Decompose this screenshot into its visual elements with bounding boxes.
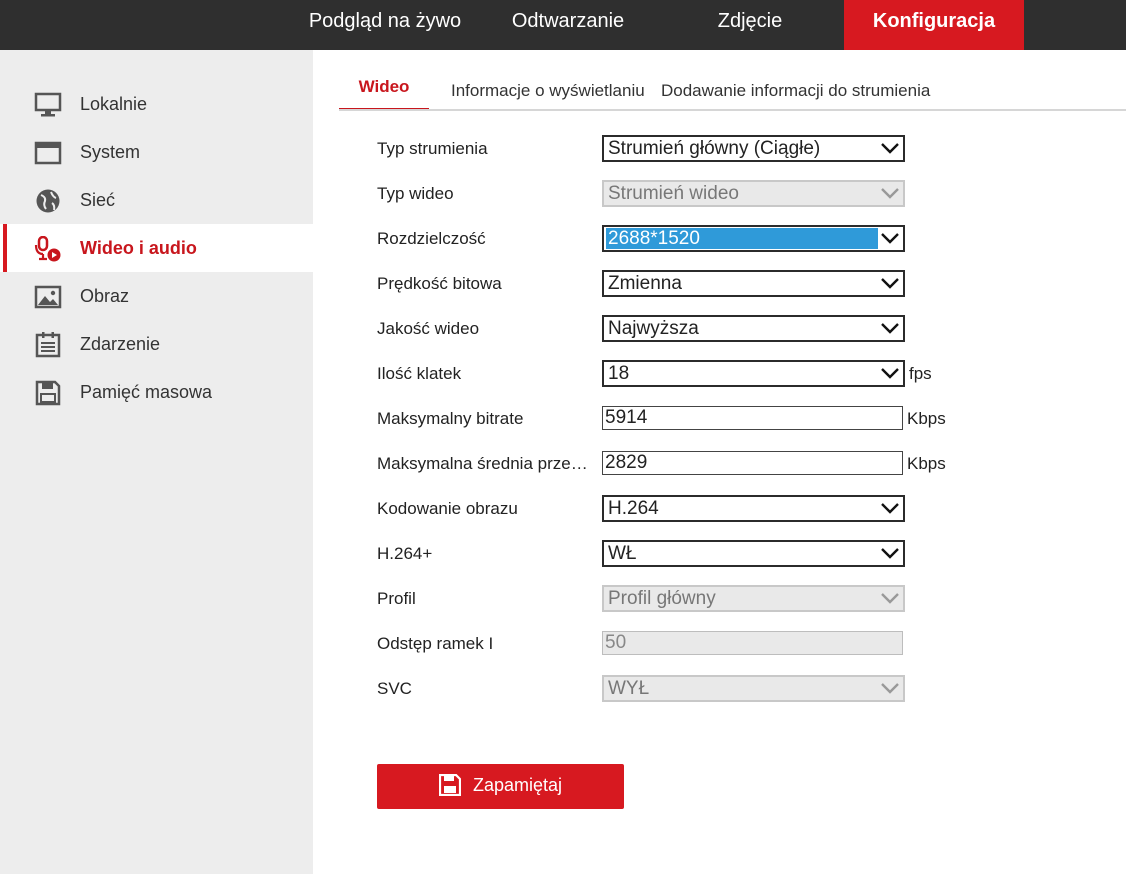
save-button[interactable]: Zapamiętaj — [377, 764, 624, 809]
sidebar-item-event[interactable]: Zdarzenie — [0, 320, 313, 368]
sidebar-item-system[interactable]: System — [0, 128, 313, 176]
chevron-down-icon — [881, 368, 899, 379]
i-frame-input: 50 — [602, 631, 903, 655]
nav-live-view[interactable]: Podgląd na żywo — [290, 0, 480, 50]
h264plus-value: WŁ — [608, 543, 637, 564]
calendar-list-icon — [35, 332, 61, 358]
floppy-icon — [35, 380, 61, 406]
h264plus-select[interactable]: WŁ — [602, 540, 905, 567]
top-navigation: Podgląd na żywo Odtwarzanie Zdjęcie Konf… — [0, 0, 1126, 50]
sidebar-item-label: Wideo i audio — [80, 238, 197, 258]
sidebar-item-network[interactable]: Sieć — [0, 176, 313, 224]
tab-video[interactable]: Wideo — [339, 76, 429, 111]
encoding-select[interactable]: H.264 — [602, 495, 905, 522]
bitrate-type-select[interactable]: Zmienna — [602, 270, 905, 297]
image-icon — [34, 285, 62, 309]
window-icon — [34, 141, 62, 165]
encoding-label: Kodowanie obrazu — [377, 499, 518, 518]
avg-bitrate-unit: Kbps — [907, 454, 946, 473]
chevron-down-icon — [881, 188, 899, 199]
resolution-value: 2688*1520 — [606, 228, 878, 249]
monitor-icon — [34, 92, 62, 117]
svc-select: WYŁ — [602, 675, 905, 702]
frame-rate-label: Ilość klatek — [377, 364, 462, 383]
svc-value: WYŁ — [608, 678, 650, 699]
stream-type-label: Typ strumienia — [377, 139, 488, 158]
max-bitrate-input[interactable]: 5914 — [602, 406, 903, 430]
sidebar-item-image[interactable]: Obraz — [0, 272, 313, 320]
video-type-select: Strumień wideo — [602, 180, 905, 207]
sidebar-item-local[interactable]: Lokalnie — [0, 80, 313, 128]
nav-playback[interactable]: Odtwarzanie — [490, 0, 646, 50]
chevron-down-icon — [881, 233, 899, 244]
chevron-down-icon — [881, 593, 899, 604]
chevron-down-icon — [881, 503, 899, 514]
chevron-down-icon — [881, 278, 899, 289]
bitrate-type-label: Prędkość bitowa — [377, 274, 502, 293]
sidebar-item-label: Zdarzenie — [80, 334, 161, 354]
max-bitrate-label: Maksymalny bitrate — [377, 409, 524, 428]
video-quality-select[interactable]: Najwyższa — [602, 315, 905, 342]
chevron-down-icon — [881, 323, 899, 334]
bitrate-type-value: Zmienna — [608, 273, 682, 294]
globe-icon — [36, 189, 60, 213]
profile-select: Profil główny — [602, 585, 905, 612]
tab-divider — [339, 109, 1126, 111]
sidebar-item-label: Lokalnie — [80, 94, 148, 114]
profile-value: Profil główny — [608, 588, 716, 609]
microphone-video-icon — [34, 236, 61, 262]
tab-stream-info[interactable]: Dodawanie informacji do strumienia — [661, 80, 930, 112]
sidebar-item-video-audio[interactable]: Wideo i audio — [0, 224, 313, 272]
i-frame-label: Odstęp ramek I — [377, 634, 494, 653]
nav-configuration[interactable]: Konfiguracja — [844, 0, 1024, 50]
sidebar-item-label: Sieć — [80, 190, 116, 210]
frame-rate-value: 18 — [608, 363, 630, 384]
save-button-label: Zapamiętaj — [473, 775, 563, 795]
resolution-select[interactable]: 2688*1520 — [602, 225, 905, 252]
profile-label: Profil — [377, 589, 416, 608]
video-quality-value: Najwyższa — [608, 318, 699, 339]
video-type-value: Strumień wideo — [608, 183, 739, 204]
stream-type-value: Strumień główny (Ciągłe) — [608, 138, 821, 159]
h264plus-label: H.264+ — [377, 544, 433, 563]
nav-picture[interactable]: Zdjęcie — [680, 0, 820, 50]
chevron-down-icon — [881, 548, 899, 559]
avg-bitrate-label: Maksymalna średnia prze… — [377, 454, 588, 473]
video-quality-label: Jakość wideo — [377, 319, 480, 338]
max-bitrate-unit: Kbps — [907, 409, 946, 428]
sidebar-item-label: Pamięć masowa — [80, 382, 213, 402]
frame-rate-select[interactable]: 18 — [602, 360, 905, 387]
video-type-label: Typ wideo — [377, 184, 454, 203]
resolution-label: Rozdzielczość — [377, 229, 486, 248]
chevron-down-icon — [881, 143, 899, 154]
frame-rate-unit: fps — [909, 364, 932, 383]
encoding-value: H.264 — [608, 498, 659, 519]
svc-label: SVC — [377, 679, 412, 698]
sidebar-item-storage[interactable]: Pamięć masowa — [0, 368, 313, 416]
floppy-icon — [439, 774, 461, 796]
tab-display-info[interactable]: Informacje o wyświetlaniu — [451, 80, 645, 112]
stream-type-select[interactable]: Strumień główny (Ciągłe) — [602, 135, 905, 162]
avg-bitrate-input[interactable]: 2829 — [602, 451, 903, 475]
sidebar-item-label: System — [80, 142, 141, 162]
sidebar: Lokalnie System Sieć Wideo i audio Obraz — [0, 50, 313, 874]
chevron-down-icon — [881, 683, 899, 694]
sidebar-item-label: Obraz — [80, 286, 130, 306]
